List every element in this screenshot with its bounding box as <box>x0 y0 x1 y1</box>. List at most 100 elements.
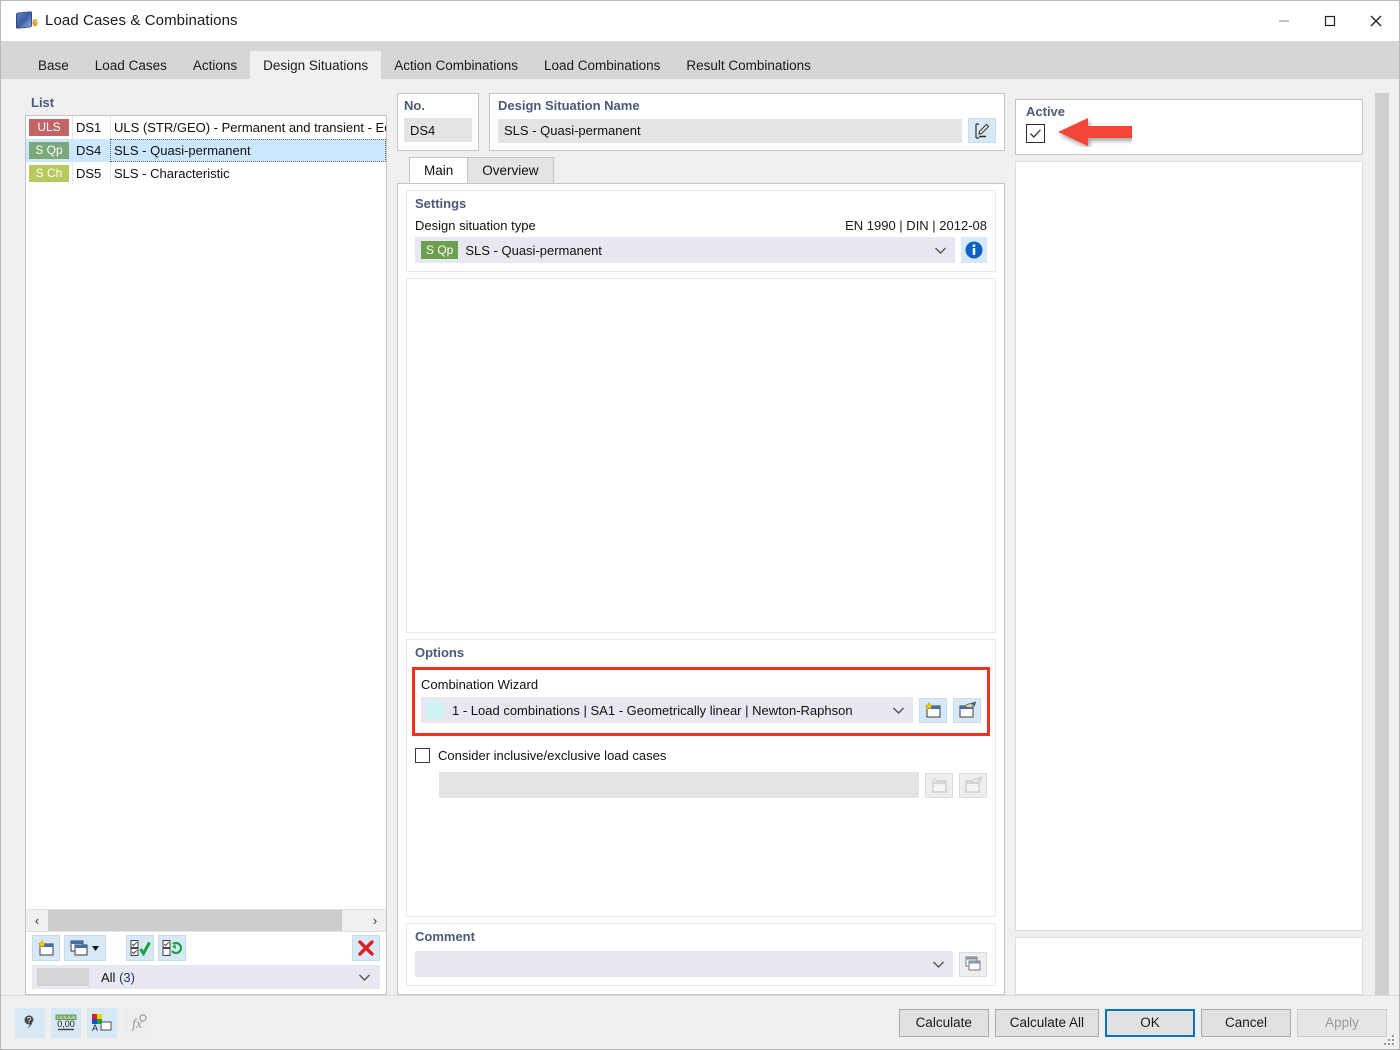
comment-group: Comment <box>406 923 996 986</box>
detail-panel: No. DS4 Design Situation Name SLS - Quas… <box>397 93 1005 995</box>
title-bar: 6 Load Cases & Combinations <box>1 1 1399 41</box>
edit-wizard-icon <box>959 772 987 798</box>
new-design-situation-button[interactable] <box>32 935 60 961</box>
list-rows: ULS DS1 ULS (STR/GEO) - Permanent and tr… <box>26 116 386 185</box>
comment-combo[interactable] <box>415 951 953 977</box>
load-cases-combinations-window: 6 Load Cases & Combinations Base Load Ca… <box>0 0 1400 1050</box>
new-wizard-star-icon <box>925 772 953 798</box>
info-circle-icon[interactable] <box>961 237 987 263</box>
copy-design-situation-button[interactable] <box>64 935 106 961</box>
row-number: DS1 <box>76 120 102 135</box>
status-badge: S Qp <box>29 142 69 159</box>
svg-text:A: A <box>92 1023 98 1033</box>
scroll-right-arrow[interactable]: › <box>364 910 386 931</box>
identity-row: No. DS4 Design Situation Name SLS - Quas… <box>397 93 1005 151</box>
display-properties-button[interactable]: A <box>87 1007 117 1038</box>
scroll-thumb[interactable] <box>48 910 342 931</box>
scroll-track[interactable] <box>48 910 364 931</box>
dialog-body: List ULS DS1 ULS (STR/GEO) - Permanent a… <box>1 85 1399 995</box>
situation-name-field[interactable]: SLS - Quasi-permanent <box>498 118 962 143</box>
row-name: ULS (STR/GEO) - Permanent and transient … <box>114 120 386 135</box>
combination-wizard-combo[interactable]: 1 - Load combinations | SA1 - Geometrica… <box>421 697 913 723</box>
red-arrow-annotation <box>1058 118 1132 146</box>
tab-overview[interactable]: Overview <box>467 157 554 183</box>
window-title: Load Cases & Combinations <box>45 12 238 29</box>
design-situation-type-label: Design situation type <box>415 218 536 233</box>
list-filter-combo[interactable]: All (3) <box>32 965 380 989</box>
comment-title: Comment <box>415 929 475 944</box>
rename-pencil-icon[interactable] <box>968 118 996 143</box>
filter-color-swatch <box>37 968 89 986</box>
right-comment-panel <box>1015 937 1363 995</box>
number-field[interactable]: DS4 <box>404 118 472 142</box>
svg-text:fx: fx <box>132 1017 143 1032</box>
inclusive-exclusive-row <box>415 772 987 798</box>
combination-wizard-highlight: Combination Wizard 1 - Load combinations… <box>412 667 990 736</box>
standard-label: EN 1990 | DIN | 2012-08 <box>845 218 987 233</box>
calculate-all-button[interactable]: Calculate All <box>994 1008 1099 1037</box>
settings-title: Settings <box>415 196 467 211</box>
cancel-button[interactable]: Cancel <box>1201 1008 1291 1037</box>
wizard-color-swatch <box>427 702 443 718</box>
minimize-button[interactable] <box>1261 1 1307 41</box>
resize-grip-icon[interactable] <box>1384 1035 1396 1047</box>
comment-library-icon[interactable] <box>959 951 987 977</box>
row-name: SLS - Characteristic <box>114 166 230 181</box>
tab-actions[interactable]: Actions <box>180 51 250 79</box>
tab-load-combinations[interactable]: Load Combinations <box>531 51 673 79</box>
maximize-button[interactable] <box>1307 1 1353 41</box>
design-situation-type-combo[interactable]: S Qp SLS - Quasi-permanent <box>415 237 955 263</box>
inclusive-exclusive-checkbox-row[interactable]: Consider inclusive/exclusive load cases <box>415 748 987 763</box>
inclusive-exclusive-field <box>439 772 919 798</box>
tab-action-combinations[interactable]: Action Combinations <box>381 51 531 79</box>
situation-name-heading: Design Situation Name <box>498 98 640 113</box>
tab-base[interactable]: Base <box>25 51 82 79</box>
apply-button: Apply <box>1297 1008 1387 1037</box>
active-checkbox[interactable] <box>1026 124 1045 143</box>
new-wizard-star-icon[interactable] <box>919 697 947 723</box>
design-situations-list[interactable]: ULS DS1 ULS (STR/GEO) - Permanent and tr… <box>25 115 387 995</box>
help-button[interactable]: ? <box>15 1007 45 1038</box>
close-button[interactable] <box>1353 1 1399 41</box>
status-badge: ULS <box>29 119 69 136</box>
units-button[interactable]: 0,00 <box>51 1007 81 1038</box>
ok-button[interactable]: OK <box>1105 1008 1195 1037</box>
list-filter-row: All (3) <box>26 964 386 994</box>
calculate-button[interactable]: Calculate <box>898 1008 989 1037</box>
design-situation-type-value: SLS - Quasi-permanent <box>465 242 602 258</box>
invert-selection-button[interactable] <box>158 935 186 961</box>
chevron-down-icon[interactable] <box>892 697 905 723</box>
chevron-down-icon[interactable] <box>932 951 945 977</box>
tab-load-cases[interactable]: Load Cases <box>82 51 180 79</box>
row-number: DS4 <box>76 143 102 158</box>
main-tabstrip: Base Load Cases Actions Design Situation… <box>1 41 1399 85</box>
chevron-down-icon[interactable] <box>358 966 371 988</box>
select-all-button[interactable] <box>126 935 154 961</box>
tab-main[interactable]: Main <box>409 157 469 183</box>
table-row[interactable]: ULS DS1 ULS (STR/GEO) - Permanent and tr… <box>26 116 386 139</box>
dialog-vertical-scrollbar[interactable] <box>1375 93 1389 995</box>
list-heading: List <box>31 95 55 110</box>
list-horizontal-scrollbar[interactable]: ‹ › <box>26 909 386 931</box>
tab-design-situations[interactable]: Design Situations <box>250 51 382 79</box>
list-toolbar <box>26 931 386 964</box>
combination-wizard-value: 1 - Load combinations | SA1 - Geometrica… <box>452 702 853 718</box>
right-panel: Active <box>1015 93 1363 995</box>
table-row[interactable]: S Qp DS4 SLS - Quasi-permanent <box>26 139 386 162</box>
row-badge-cell: S Qp <box>26 142 72 159</box>
row-badge-cell: S Ch <box>26 165 72 182</box>
app-icon: 6 <box>15 10 38 31</box>
active-box: Active <box>1015 99 1363 155</box>
formula-button: fx <box>123 1007 153 1038</box>
table-row[interactable]: S Ch DS5 SLS - Characteristic <box>26 162 386 185</box>
tab-result-combinations[interactable]: Result Combinations <box>673 51 824 79</box>
edit-wizard-icon[interactable] <box>953 697 981 723</box>
right-preview-panel <box>1015 161 1363 931</box>
svg-text:0,00: 0,00 <box>57 1019 75 1029</box>
inclusive-exclusive-checkbox[interactable] <box>415 748 430 763</box>
situation-name-box: Design Situation Name SLS - Quasi-perman… <box>489 93 1005 151</box>
delete-button[interactable] <box>352 935 380 961</box>
list-panel: List ULS DS1 ULS (STR/GEO) - Permanent a… <box>25 93 387 995</box>
chevron-down-icon[interactable] <box>934 237 947 263</box>
scroll-left-arrow[interactable]: ‹ <box>26 910 48 931</box>
